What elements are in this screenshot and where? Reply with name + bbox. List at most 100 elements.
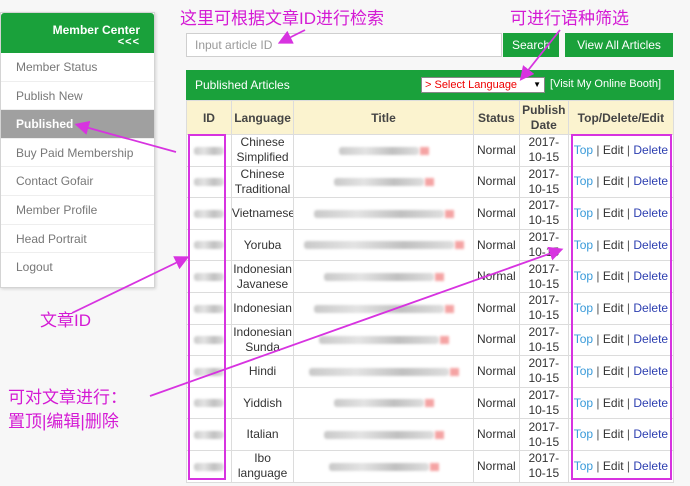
redacted-title [303,241,454,250]
col-header-language: Language [230,100,295,135]
sidebar-item-head-portrait[interactable]: Head Portrait [1,225,154,254]
sidebar-item-publish-new[interactable]: Publish New [1,82,154,111]
redacted-title [313,209,444,218]
title-cell[interactable] [293,228,474,262]
status-cell: Normal [472,134,520,167]
search-button[interactable]: Search [503,33,559,57]
language-select-value: > Select Language [425,79,518,91]
language-cell: Chinese Simplified [230,134,295,167]
dropdown-arrow-icon: ▼ [533,80,541,89]
title-cell[interactable] [293,355,474,388]
title-cell[interactable] [293,260,474,293]
redacted-title [328,462,429,471]
redacted-title-mark [454,241,464,250]
language-cell: Indonesian Sunda [230,323,295,357]
title-cell[interactable] [293,291,474,325]
publish-date-cell: 2017-10-15 [518,323,569,357]
redacted-title [318,336,439,345]
redacted-title [338,146,419,155]
language-cell: Italian [230,418,295,451]
title-cell[interactable] [293,197,474,230]
publish-date-cell: 2017-10-15 [518,165,569,199]
col-header-id: ID [186,100,232,135]
redacted-title-mark [429,462,439,471]
language-select[interactable]: > Select Language ▼ [421,77,545,93]
article-id-search-input[interactable]: Input article ID [186,33,502,57]
status-cell: Normal [472,386,520,420]
sidebar-title: Member Center [52,23,140,37]
redacted-title-mark [449,367,459,376]
status-cell: Normal [472,260,520,293]
redacted-title-mark [434,273,444,281]
id-annotation: 文章ID [40,311,91,330]
col-header-publish-date: Publish Date [518,100,569,135]
publish-date-cell: 2017-10-15 [518,291,569,325]
redacted-title-mark [424,178,434,187]
language-cell: Chinese Traditional [230,165,295,199]
redacted-title [323,273,434,281]
search-annotation: 这里可根据文章ID进行检索 [180,9,384,28]
sidebar-item-buy-paid-membership[interactable]: Buy Paid Membership [1,139,154,168]
actions-annotation-line2: 置顶|编辑|删除 [8,412,119,431]
actions-column-highlight [571,134,672,480]
title-cell[interactable] [293,449,474,483]
redacted-title-mark [439,336,449,345]
status-cell: Normal [472,228,520,262]
sidebar-item-member-profile[interactable]: Member Profile [1,196,154,225]
sidebar-header: Member Center <<< [1,13,154,53]
language-annotation: 可进行语种筛选 [510,9,629,28]
publish-date-cell: 2017-10-15 [518,449,569,483]
title-cell[interactable] [293,386,474,420]
redacted-title [333,178,424,187]
col-header-actions: Top/Delete/Edit [567,100,675,135]
language-cell: Indonesian [230,291,295,325]
language-cell: Indonesian Javanese [230,260,295,293]
sidebar-item-contact-gofair[interactable]: Contact Gofair [1,167,154,196]
status-cell: Normal [472,165,520,199]
sidebar-item-logout[interactable]: Logout [1,253,154,282]
redacted-title-mark [424,399,434,408]
language-cell: Ibo language [230,449,295,483]
language-cell: Hindi [230,355,295,388]
redacted-title [308,367,449,376]
visit-online-booth-link[interactable]: [Visit My Online Booth] [550,78,661,90]
redacted-title-mark [444,209,454,218]
member-sidebar: Member Center <<< Member Status Publish … [0,12,155,288]
title-cell[interactable] [293,134,474,167]
publish-date-cell: 2017-10-15 [518,228,569,262]
publish-date-cell: 2017-10-15 [518,386,569,420]
language-cell: Yoruba [230,228,295,262]
published-articles-header: Published Articles > Select Language ▼ [… [186,70,674,100]
sidebar-item-member-status[interactable]: Member Status [1,53,154,82]
redacted-title [333,399,424,408]
publish-date-cell: 2017-10-15 [518,260,569,293]
sidebar-collapse-button[interactable]: <<< [1,37,140,48]
table-header-row: ID Language Title Status Publish Date To… [186,100,675,135]
language-cell: Yiddish [230,386,295,420]
status-cell: Normal [472,323,520,357]
title-cell[interactable] [293,165,474,199]
redacted-title-mark [434,430,444,439]
status-cell: Normal [472,197,520,230]
status-cell: Normal [472,449,520,483]
actions-annotation-line1: 可对文章进行： [8,388,127,407]
col-header-title: Title [293,100,474,135]
status-cell: Normal [472,291,520,325]
view-all-articles-button[interactable]: View All Articles [565,33,673,57]
publish-date-cell: 2017-10-15 [518,418,569,451]
status-cell: Normal [472,355,520,388]
publish-date-cell: 2017-10-15 [518,134,569,167]
sidebar-item-published[interactable]: Published [1,110,154,139]
redacted-title [313,304,444,313]
redacted-title-mark [419,146,429,155]
language-cell: Vietnamese [230,197,295,230]
title-cell[interactable] [293,418,474,451]
redacted-title [323,430,434,439]
col-header-status: Status [472,100,520,135]
status-cell: Normal [472,418,520,451]
publish-date-cell: 2017-10-15 [518,355,569,388]
publish-date-cell: 2017-10-15 [518,197,569,230]
title-cell[interactable] [293,323,474,357]
id-column-highlight [188,134,226,480]
panel-title: Published Articles [195,78,290,92]
